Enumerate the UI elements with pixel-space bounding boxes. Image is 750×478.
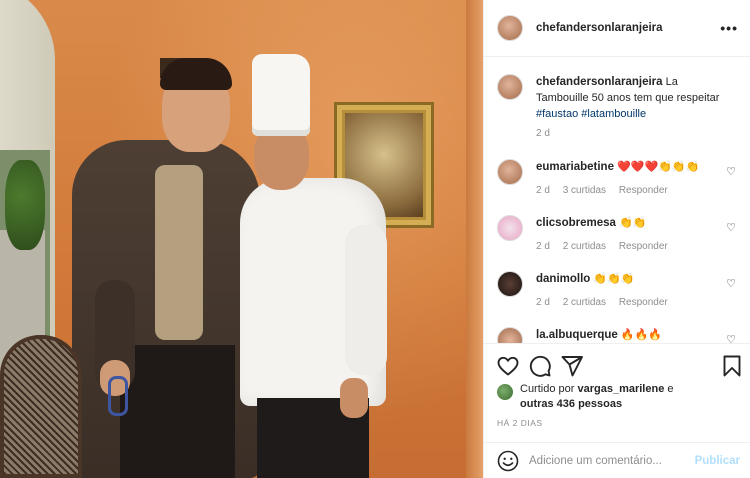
comment-like-heart-icon[interactable]: ♡ bbox=[726, 165, 736, 178]
comment-item: eumariabetine ❤️❤️❤️👏👏👏 2 d 3 curtidas R… bbox=[497, 159, 747, 203]
comment-body: 👏👏👏 bbox=[593, 273, 635, 285]
chair bbox=[0, 335, 82, 478]
paper-plane-icon[interactable] bbox=[560, 354, 584, 378]
comment-item: danimollo 👏👏👏 2 d 2 curtidas Responder bbox=[497, 271, 747, 315]
comment-like-heart-icon[interactable]: ♡ bbox=[726, 277, 736, 290]
pillar bbox=[466, 0, 483, 478]
author-username[interactable]: chefandersonlaranjeira bbox=[536, 22, 663, 34]
commenter-avatar[interactable] bbox=[497, 215, 523, 241]
sunglasses bbox=[108, 376, 128, 416]
publish-button[interactable]: Publicar bbox=[695, 455, 740, 467]
bookmark-icon[interactable] bbox=[720, 354, 744, 378]
chef-hat bbox=[252, 54, 310, 136]
reply-button[interactable]: Responder bbox=[619, 297, 668, 308]
more-options-icon[interactable]: ••• bbox=[720, 20, 738, 36]
liker-avatar[interactable] bbox=[497, 384, 513, 400]
comment-item: la.albuquerque 🔥🔥🔥 bbox=[497, 327, 747, 343]
post-header: chefandersonlaranjeira ••• bbox=[484, 0, 750, 57]
caption-text: chefandersonlaranjeira La Tambouille 50 … bbox=[536, 74, 731, 122]
commenter-username[interactable]: la.albuquerque bbox=[536, 329, 618, 341]
post-photo[interactable] bbox=[0, 0, 483, 478]
caption-hashtags[interactable]: #faustao #latambouille bbox=[536, 108, 646, 120]
comment-like-heart-icon[interactable]: ♡ bbox=[726, 333, 736, 343]
comment-meta: 2 d 2 curtidas Responder bbox=[536, 297, 678, 308]
heart-icon[interactable] bbox=[496, 354, 520, 378]
comment-likes[interactable]: 2 curtidas bbox=[563, 297, 606, 308]
liker-username[interactable]: vargas_marilene bbox=[577, 383, 664, 395]
comment-body: 👏👏 bbox=[618, 217, 647, 229]
chef-hand bbox=[340, 378, 368, 418]
add-comment-bar: Adicione um comentário... Publicar bbox=[484, 442, 750, 478]
comment-time[interactable]: 2 d bbox=[536, 297, 550, 308]
comment-likes[interactable]: 3 curtidas bbox=[563, 185, 606, 196]
post-side-panel: chefandersonlaranjeira ••• chefandersonl… bbox=[483, 0, 750, 478]
caption: chefandersonlaranjeira La Tambouille 50 … bbox=[497, 74, 747, 139]
comment-meta: 2 d 3 curtidas Responder bbox=[536, 185, 678, 196]
man-pants bbox=[120, 345, 235, 478]
likes-others[interactable]: outras 436 pessoas bbox=[520, 398, 622, 410]
commenter-username[interactable]: danimollo bbox=[536, 273, 590, 285]
comment-text: la.albuquerque 🔥🔥🔥 bbox=[536, 327, 731, 343]
caption-time[interactable]: 2 d bbox=[536, 128, 550, 139]
likes-text: Curtido por vargas_marilene e outras 436… bbox=[520, 382, 740, 412]
post-time[interactable]: HÁ 2 DIAS bbox=[497, 418, 543, 428]
comment-text: danimollo 👏👏👏 bbox=[536, 271, 731, 287]
author-avatar[interactable] bbox=[497, 15, 523, 41]
likes-connector: e bbox=[667, 383, 674, 395]
commenter-avatar[interactable] bbox=[497, 271, 523, 297]
post-actions: Curtido por vargas_marilene e outras 436… bbox=[484, 343, 750, 478]
chef-arm bbox=[345, 225, 387, 375]
commenter-username[interactable]: clicsobremesa bbox=[536, 217, 616, 229]
instagram-post-modal: chefandersonlaranjeira ••• chefandersonl… bbox=[0, 0, 750, 478]
caption-meta: 2 d bbox=[536, 128, 560, 139]
comment-body: ❤️❤️❤️👏👏👏 bbox=[617, 161, 700, 173]
commenter-avatar[interactable] bbox=[497, 159, 523, 185]
caption-avatar[interactable] bbox=[497, 74, 523, 100]
comment-likes[interactable]: 2 curtidas bbox=[563, 241, 606, 252]
comment-time[interactable]: 2 d bbox=[536, 185, 550, 196]
comment-text: clicsobremesa 👏👏 bbox=[536, 215, 731, 231]
comment-like-heart-icon[interactable]: ♡ bbox=[726, 221, 736, 234]
comment-text: eumariabetine ❤️❤️❤️👏👏👏 bbox=[536, 159, 731, 175]
comment-input[interactable]: Adicione um comentário... bbox=[529, 455, 662, 467]
comment-body: 🔥🔥🔥 bbox=[620, 329, 662, 341]
comment-time[interactable]: 2 d bbox=[536, 241, 550, 252]
comment-item: clicsobremesa 👏👏 2 d 2 curtidas Responde… bbox=[497, 215, 747, 259]
commenter-avatar[interactable] bbox=[497, 327, 523, 343]
smiley-icon[interactable] bbox=[496, 449, 520, 473]
comment-meta: 2 d 2 curtidas Responder bbox=[536, 241, 678, 252]
caption-username[interactable]: chefandersonlaranjeira bbox=[536, 76, 663, 88]
reply-button[interactable]: Responder bbox=[619, 185, 668, 196]
comment-icon[interactable] bbox=[528, 354, 552, 378]
man-shirt bbox=[155, 165, 203, 340]
comments-list: chefandersonlaranjeira La Tambouille 50 … bbox=[484, 57, 750, 343]
man-hair bbox=[160, 58, 232, 90]
plant bbox=[5, 160, 45, 250]
reply-button[interactable]: Responder bbox=[619, 241, 668, 252]
likes-prefix: Curtido por bbox=[520, 383, 575, 395]
commenter-username[interactable]: eumariabetine bbox=[536, 161, 614, 173]
